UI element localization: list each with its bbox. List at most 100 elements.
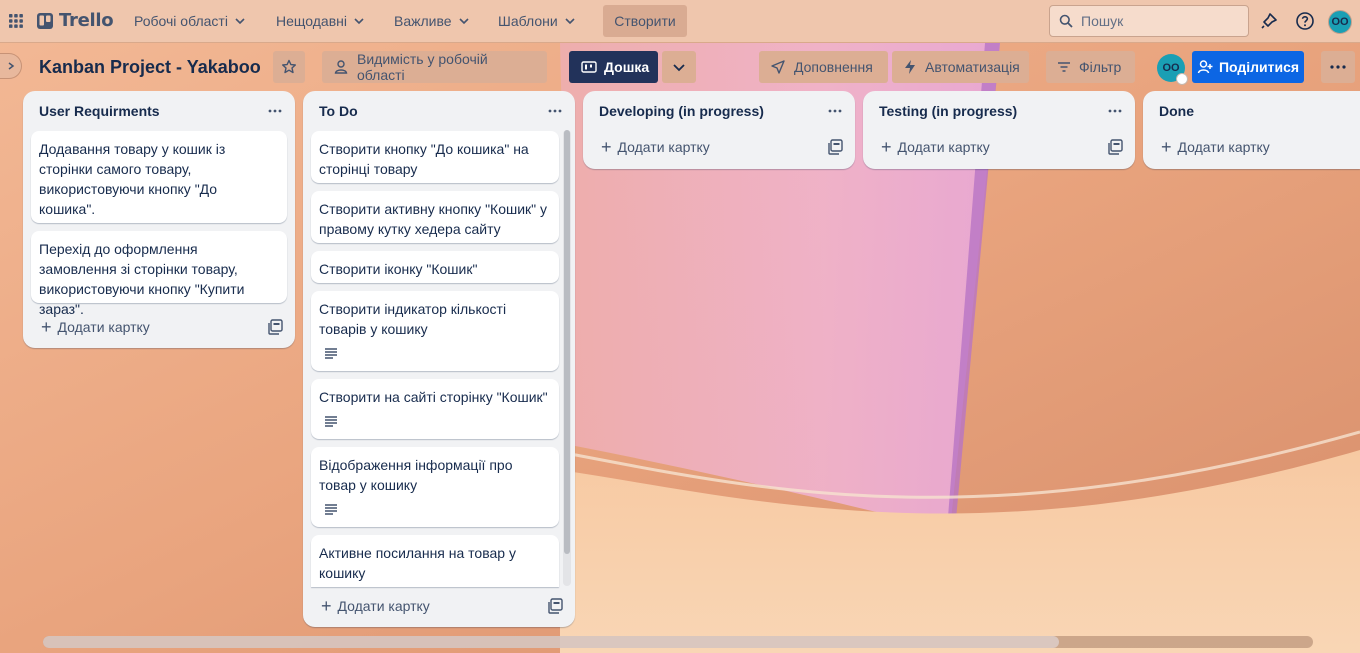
menu-workspaces[interactable]: Робочі області	[124, 6, 256, 36]
rocket-icon	[771, 60, 785, 74]
add-card-label: Додати картку	[617, 139, 710, 155]
menu-templates-label: Шаблони	[498, 13, 558, 29]
card-template-icon[interactable]	[267, 318, 285, 336]
plus-icon: +	[881, 137, 892, 157]
list-scrollbar-thumb[interactable]	[564, 130, 570, 554]
menu-recent[interactable]: Нещодавні	[266, 6, 375, 36]
chevron-down-icon	[673, 64, 685, 72]
card[interactable]: Створити іконку "Кошик"	[311, 251, 559, 283]
board-view-label: Дошка	[604, 59, 650, 75]
board-member-avatar[interactable]: OO	[1157, 54, 1188, 85]
card[interactable]: Відображення інформації про товар у коши…	[311, 447, 559, 527]
help-icon[interactable]	[1295, 11, 1315, 31]
search-input[interactable]	[1081, 13, 1231, 29]
board-header: Kanban Project - Yakaboo Видимість у роб…	[0, 43, 1360, 91]
add-card-button[interactable]: + Додати картку	[871, 131, 1091, 163]
trello-logo[interactable]: Trello	[37, 10, 114, 31]
add-card-label: Додати картку	[897, 139, 990, 155]
board-member-initials: OO	[1162, 62, 1180, 74]
card-title: Створити на сайті сторінку "Кошик"	[319, 389, 548, 405]
plus-icon: +	[601, 137, 612, 157]
menu-recent-label: Нещодавні	[276, 13, 347, 29]
apps-grid-icon[interactable]	[8, 13, 24, 29]
card-title: Створити індикатор кількості товарів у к…	[319, 301, 507, 337]
user-avatar[interactable]: OO	[1328, 10, 1352, 34]
notifications-icon[interactable]	[1259, 11, 1279, 31]
card-template-icon[interactable]	[547, 597, 565, 615]
list-to-do[interactable]: To Do Створити кнопку "До кошика" на сто…	[303, 91, 575, 627]
list-title[interactable]: User Requirments	[23, 91, 295, 131]
create-button[interactable]: Створити	[603, 5, 687, 37]
plus-icon: +	[321, 596, 332, 616]
list-scrollbar[interactable]	[563, 130, 571, 586]
list-menu-button[interactable]	[823, 99, 847, 123]
list-user-requirements[interactable]: User Requirments Додавання товару у коши…	[23, 91, 295, 348]
automation-label: Автоматизація	[925, 59, 1020, 75]
filter-icon	[1058, 62, 1070, 72]
automation-button[interactable]: Автоматизація	[892, 51, 1029, 83]
chevron-down-icon	[458, 18, 469, 25]
card[interactable]: Створити кнопку "До кошика" на сторінці …	[311, 131, 559, 183]
list-menu-button[interactable]	[263, 99, 287, 123]
list-done[interactable]: Done + Додати картку	[1143, 91, 1360, 169]
description-icon	[325, 416, 337, 427]
trello-logo-icon	[37, 12, 53, 29]
card-title: Створити іконку "Кошик"	[319, 261, 478, 277]
list-title[interactable]: Testing (in progress)	[863, 91, 1135, 131]
powerups-button[interactable]: Доповнення	[759, 51, 888, 83]
list-menu-button[interactable]	[1103, 99, 1127, 123]
list-testing[interactable]: Testing (in progress) + Додати картку	[863, 91, 1135, 169]
lightning-icon	[905, 60, 915, 74]
card-title: Створити кнопку "До кошика" на сторінці …	[319, 141, 529, 177]
filter-button[interactable]: Фільтр	[1046, 51, 1135, 83]
more-horizontal-icon	[268, 109, 282, 113]
list-title[interactable]: Developing (in progress)	[583, 91, 855, 131]
card[interactable]: Створити на сайті сторінку "Кошик"	[311, 379, 559, 439]
people-icon	[334, 60, 348, 74]
add-card-button[interactable]: + Додати картку	[311, 590, 531, 622]
card-template-icon[interactable]	[827, 138, 845, 156]
board-scrollbar-thumb[interactable]	[43, 636, 1059, 648]
list-menu-button[interactable]	[543, 99, 567, 123]
menu-starred[interactable]: Важливе	[384, 6, 480, 36]
board-title[interactable]: Kanban Project - Yakaboo	[39, 57, 261, 78]
board-menu-button[interactable]	[1321, 51, 1355, 83]
more-horizontal-icon	[828, 109, 842, 113]
menu-workspaces-label: Робочі області	[134, 13, 228, 29]
card[interactable]: Створити індикатор кількості товарів у к…	[311, 291, 559, 371]
star-board-button[interactable]	[273, 51, 305, 83]
add-card-button[interactable]: + Додати картку	[31, 311, 251, 343]
list-developing[interactable]: Developing (in progress) + Додати картку	[583, 91, 855, 169]
card[interactable]: Додавання товару у кошик із сторінки сам…	[31, 131, 287, 223]
card-title: Додавання товару у кошик із сторінки сам…	[39, 141, 226, 217]
add-card-label: Додати картку	[1177, 139, 1270, 155]
card-title: Активне посилання на товар у кошику	[319, 545, 516, 581]
more-horizontal-icon	[548, 109, 562, 113]
add-card-button[interactable]: + Додати картку	[591, 131, 811, 163]
list-title[interactable]: To Do	[303, 91, 575, 131]
card[interactable]: Перехід до оформлення замовлення зі стор…	[31, 231, 287, 317]
card[interactable]: Створити активну кнопку "Кошик" у правом…	[311, 191, 559, 243]
visibility-button[interactable]: Видимість у робочій області	[322, 51, 547, 83]
filter-label: Фільтр	[1079, 59, 1122, 75]
star-icon	[282, 59, 296, 74]
sidebar-toggle-button[interactable]	[0, 53, 22, 79]
card-title: Відображення інформації про товар у коши…	[319, 457, 513, 493]
board-view-button[interactable]: Дошка	[569, 51, 658, 83]
chevron-down-icon	[354, 18, 364, 25]
board-horizontal-scrollbar[interactable]	[43, 636, 1313, 648]
card-template-icon[interactable]	[1107, 138, 1125, 156]
add-card-label: Додати картку	[337, 598, 430, 614]
chevron-down-icon	[235, 18, 245, 25]
search-box[interactable]	[1049, 5, 1249, 37]
share-button[interactable]: Поділитися	[1192, 51, 1304, 83]
menu-templates[interactable]: Шаблони	[488, 6, 586, 36]
view-switcher-button[interactable]	[662, 51, 696, 83]
list-title[interactable]: Done	[1143, 91, 1360, 131]
more-horizontal-icon	[1330, 65, 1346, 69]
admin-badge-icon	[1176, 73, 1188, 85]
card[interactable]: Активне посилання на товар у кошику	[311, 535, 559, 587]
search-icon	[1059, 14, 1073, 28]
visibility-label: Видимість у робочій області	[357, 51, 488, 83]
add-card-button[interactable]: + Додати картку	[1151, 131, 1351, 163]
